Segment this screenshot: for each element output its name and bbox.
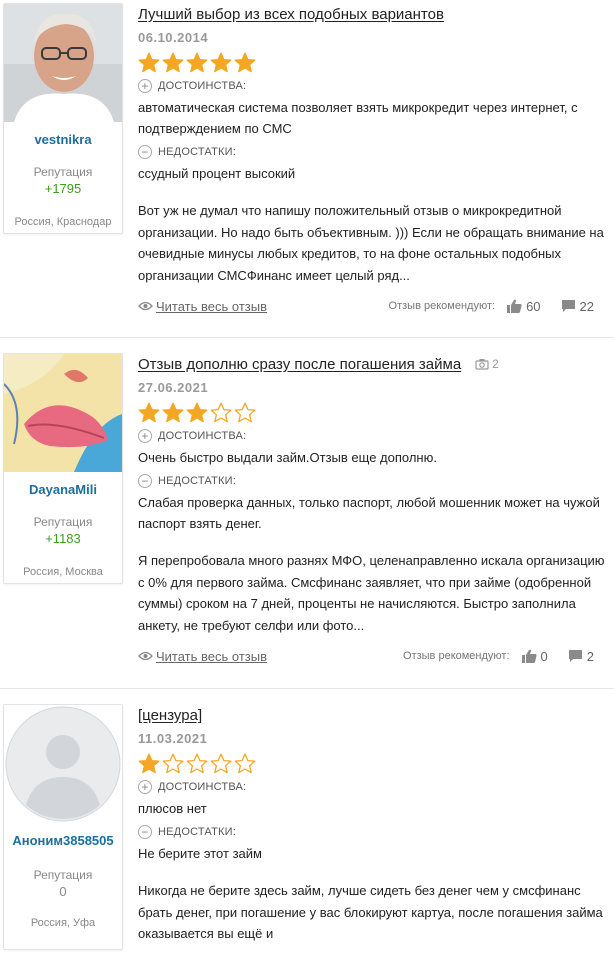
author-card: Аноним3858505 Репутация 0 Россия, Уфа: [3, 704, 123, 950]
plus-circle-icon: +: [138, 780, 152, 794]
like-count: 60: [526, 298, 541, 314]
cons-heading: − НЕДОСТАТКИ:: [138, 472, 614, 490]
cons-text: Слабая проверка данных, только паспорт, …: [138, 495, 600, 531]
pros-label: ДОСТОИНСТВА:: [158, 80, 247, 92]
pros-text: Очень быстро выдали займ.Отзыв еще допол…: [138, 450, 437, 465]
cons-text: Не берите этот займ: [138, 846, 262, 861]
author-name[interactable]: DayanaMili: [4, 482, 122, 498]
cons-label: НЕДОСТАТКИ:: [158, 146, 236, 158]
review-main: Отзыв дополню сразу после погашения займ…: [138, 354, 614, 666]
avatar[interactable]: [4, 705, 122, 823]
avatar[interactable]: [4, 4, 122, 122]
reputation-value: 0: [59, 884, 67, 899]
review-title[interactable]: Отзыв дополню сразу после погашения займ…: [138, 356, 461, 373]
star-icon: [138, 52, 160, 73]
cons-heading: − НЕДОСТАТКИ:: [138, 143, 614, 161]
read-more-link[interactable]: Читать весь отзыв: [138, 299, 267, 314]
rating-stars: [138, 52, 614, 74]
like-count: 0: [540, 648, 548, 664]
read-more-label: Читать весь отзыв: [156, 298, 268, 314]
star-icon: [138, 402, 160, 423]
cons-heading: − НЕДОСТАТКИ:: [138, 823, 614, 841]
review-title[interactable]: [цензура]: [138, 707, 202, 724]
like-button[interactable]: 0: [521, 648, 548, 664]
eye-icon: [138, 651, 153, 661]
like-button[interactable]: 60: [507, 298, 541, 314]
reputation-value: +1795: [44, 181, 82, 196]
recommend-label: Отзыв рекомендуют:: [403, 650, 510, 662]
rating-stars: [138, 753, 614, 775]
rating-stars: [138, 402, 614, 424]
author-name[interactable]: vestnikra: [4, 132, 122, 148]
review-divider: [0, 688, 614, 689]
star-icon: [210, 52, 232, 73]
star-icon: [210, 402, 232, 423]
star-icon: [234, 402, 256, 423]
comments-button[interactable]: 22: [561, 299, 594, 314]
author-card: vestnikra Репутация +1795 Россия, Красно…: [3, 3, 123, 234]
comment-count: 2: [586, 648, 594, 664]
photo-count-value: 2: [492, 357, 499, 371]
author-location: Россия, Уфа: [30, 917, 96, 929]
author-name[interactable]: Аноним3858505: [4, 833, 122, 849]
review-text: Вот уж не думал что напишу положительный…: [138, 203, 604, 283]
star-icon: [234, 753, 256, 774]
cons-label: НЕДОСТАТКИ:: [158, 475, 236, 487]
author-location: Россия, Краснодар: [14, 216, 112, 228]
pros-text: автоматическая система позволяет взять м…: [138, 100, 578, 136]
read-more-label: Читать весь отзыв: [156, 648, 268, 664]
read-more-link[interactable]: Читать весь отзыв: [138, 649, 267, 664]
review-date: 06.10.2014: [138, 30, 209, 45]
thumbs-up-icon: [507, 299, 522, 313]
star-icon: [186, 753, 208, 774]
reputation-label: Репутация: [33, 868, 93, 882]
review-text: Никогда не берите здесь займ, лучше сиде…: [138, 883, 603, 941]
star-icon: [162, 753, 184, 774]
plus-circle-icon: +: [138, 79, 152, 93]
review-main: [цензура] 11.03.2021 + ДОСТОИНСТВА: плюс…: [138, 705, 614, 945]
review-date: 27.06.2021: [138, 380, 209, 395]
star-icon: [186, 402, 208, 423]
comments-button[interactable]: 2: [568, 649, 594, 664]
cons-label: НЕДОСТАТКИ:: [158, 826, 236, 838]
review-date: 11.03.2021: [138, 731, 208, 746]
star-icon: [210, 753, 232, 774]
recommend-label: Отзыв рекомендуют:: [388, 300, 496, 312]
pros-label: ДОСТОИНСТВА:: [158, 781, 247, 793]
pros-heading: + ДОСТОИНСТВА:: [138, 778, 614, 796]
comment-count: 22: [579, 298, 594, 314]
photo-count[interactable]: 2: [475, 357, 499, 371]
star-icon: [162, 52, 184, 73]
eye-icon: [138, 301, 153, 311]
pros-text: плюсов нет: [138, 801, 207, 816]
review-title[interactable]: Лучший выбор из всех подобных вариантов: [138, 6, 444, 23]
reputation-value: +1183: [45, 531, 81, 546]
star-icon: [138, 753, 160, 774]
pros-label: ДОСТОИНСТВА:: [158, 430, 247, 442]
comment-icon: [568, 650, 582, 662]
author-location: Россия, Москва: [23, 566, 103, 578]
review-main: Лучший выбор из всех подобных вариантов …: [138, 4, 614, 316]
minus-circle-icon: −: [138, 825, 152, 839]
reputation-label: Репутация: [33, 515, 93, 529]
camera-icon: [475, 359, 489, 370]
pros-heading: + ДОСТОИНСТВА:: [138, 427, 614, 445]
author-card: DayanaMili Репутация +1183 Россия, Москв…: [3, 353, 123, 584]
comment-icon: [561, 300, 575, 312]
minus-circle-icon: −: [138, 474, 152, 488]
cons-text: ссудный процент высокий: [138, 166, 296, 181]
star-icon: [162, 402, 184, 423]
pros-heading: + ДОСТОИНСТВА:: [138, 77, 614, 95]
star-icon: [186, 52, 208, 73]
recommend-block: Отзыв рекомендуют: 0 2: [403, 649, 594, 664]
minus-circle-icon: −: [138, 145, 152, 159]
recommend-block: Отзыв рекомендуют: 60 22: [389, 299, 594, 314]
review-text: Я перепробовала много разнях МФО, целена…: [138, 553, 605, 633]
star-icon: [234, 52, 256, 73]
thumbs-up-icon: [521, 649, 537, 663]
review-divider: [0, 337, 614, 338]
reputation-label: Репутация: [33, 165, 93, 179]
plus-circle-icon: +: [138, 429, 152, 443]
avatar[interactable]: [4, 354, 122, 472]
